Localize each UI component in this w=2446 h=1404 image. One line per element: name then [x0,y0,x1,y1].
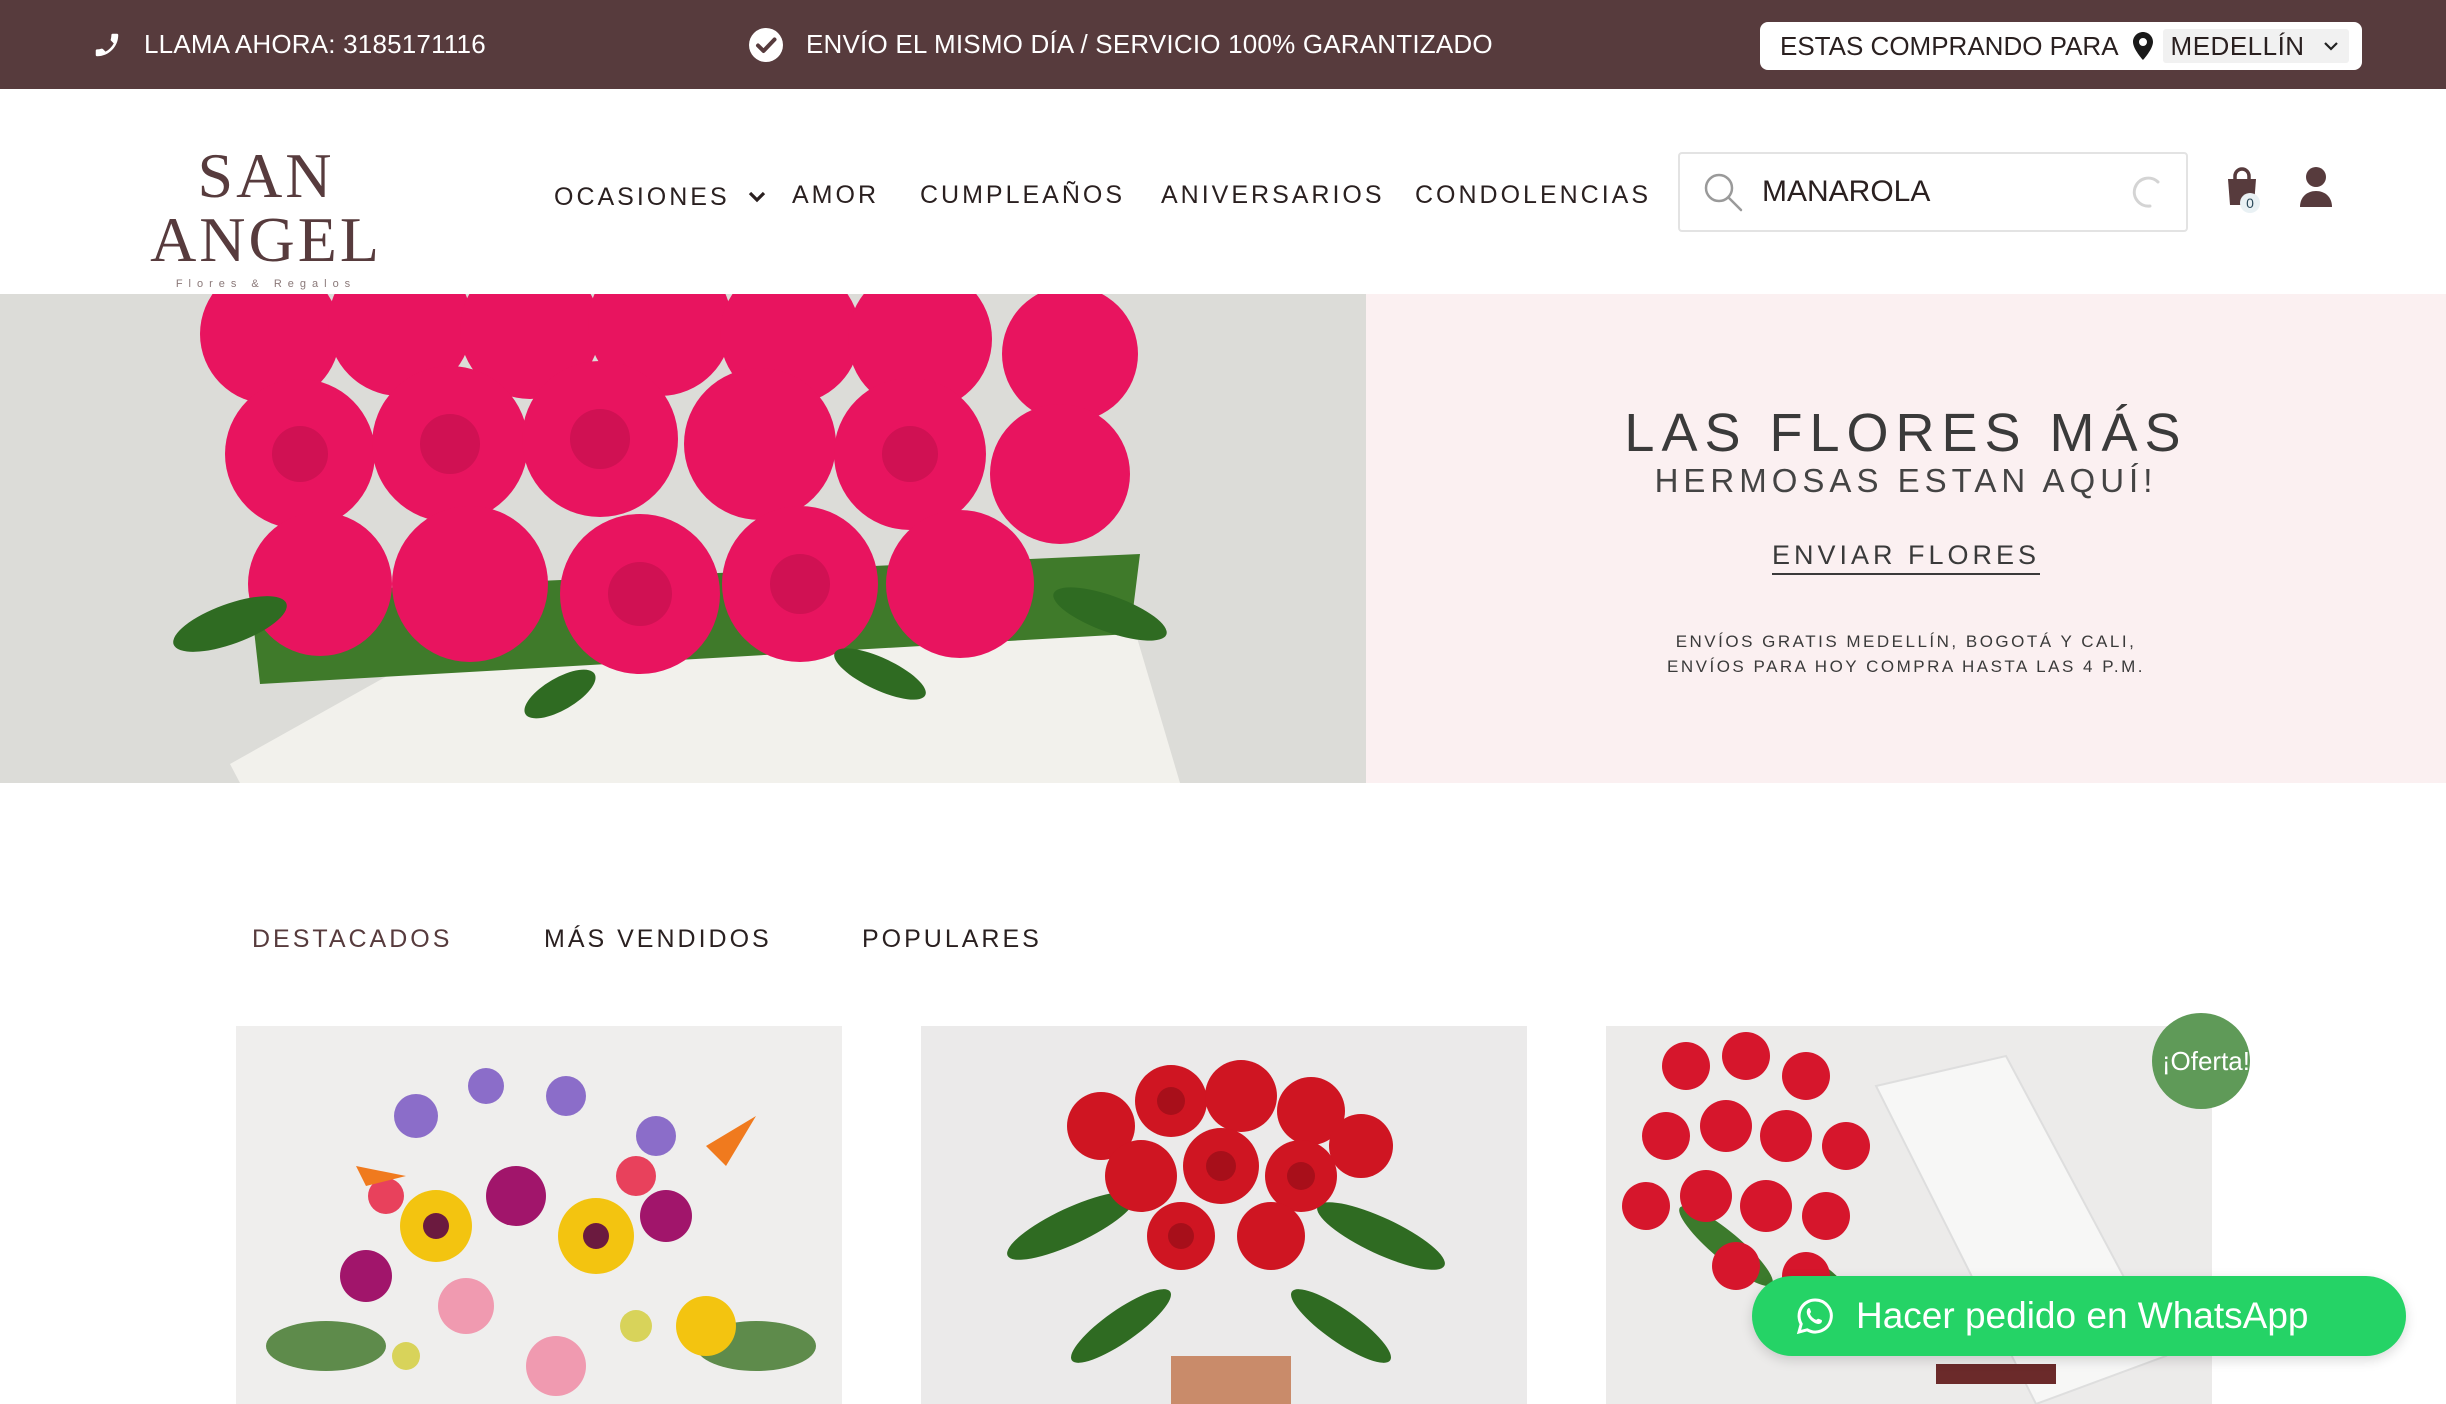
site-header: SAN ANGEL Flores & Regalos OCASIONES AMO… [0,89,2446,294]
whatsapp-label: Hacer pedido en WhatsApp [1856,1295,2309,1336]
map-pin-icon [2132,32,2153,60]
product-image [921,1026,1527,1404]
send-flowers-label: ENVIAR FLORES [1771,540,2041,575]
whatsapp-order-button[interactable]: Hacer pedido en WhatsApp [1752,1276,2406,1356]
chevron-down-icon [748,181,766,210]
hero-text-panel: LAS FLORES MÁS HERMOSAS ESTAN AQUÍ! ENVI… [1366,294,2446,783]
account-button[interactable] [2298,167,2334,212]
nav-item-cumpleanos[interactable]: CUMPLEAÑOS [920,181,1125,210]
sale-badge-text: ¡Oferta! [2161,1045,2250,1076]
cart-count-badge: 0 [2240,193,2260,213]
product-card[interactable] [921,1026,1527,1404]
nav-item-ocasiones[interactable]: OCASIONES [554,181,766,212]
loading-spinner-icon [2132,176,2160,208]
hero-image [0,294,1366,783]
sale-badge: ¡Oferta! [2152,1013,2250,1109]
check-circle-icon [748,27,784,63]
city-label: ESTAS COMPRANDO PARA [1780,30,2119,61]
logo[interactable]: SAN ANGEL Flores & Regalos [96,140,436,291]
hero-banner: LAS FLORES MÁS HERMOSAS ESTAN AQUÍ! ENVI… [0,294,2446,783]
call-now[interactable]: LLAMA AHORA: 3185171116 [92,0,486,89]
cart-button[interactable]: 0 [2224,167,2264,213]
city-selector: ESTAS COMPRANDO PARA MEDELLÍN [1760,22,2362,70]
hero-subtitle: HERMOSAS ESTAN AQUÍ! [1654,462,2158,499]
top-bar: LLAMA AHORA: 3185171116 ENVÍO EL MISMO D… [0,0,2446,89]
search-icon[interactable] [1702,171,1744,213]
search-box [1678,152,2188,232]
chevron-down-icon [2323,41,2339,51]
phone-text: LLAMA AHORA: 3185171116 [144,29,486,59]
city-value: MEDELLÍN [2170,30,2305,61]
hero-note-line2: ENVÍOS PARA HOY COMPRA HASTA LAS 4 P.M. [1667,657,2145,676]
tab-destacados[interactable]: DESTACADOS [252,925,452,954]
hero-note-line1: ENVÍOS GRATIS MEDELLÍN, BOGOTÁ Y CALI, [1675,632,2137,651]
hero-title: LAS FLORES MÁS [1624,403,2188,463]
phone-icon [92,30,122,60]
product-image [236,1026,842,1404]
whatsapp-icon [1796,1297,1834,1335]
product-card[interactable] [236,1026,842,1404]
nav-label: OCASIONES [554,183,730,211]
city-dropdown[interactable]: MEDELLÍN [2162,29,2349,63]
logo-main: SAN ANGEL [150,140,382,275]
nav-item-aniversarios[interactable]: ANIVERSARIOS [1161,181,1385,210]
nav-item-condolencias[interactable]: CONDOLENCIAS [1415,181,1651,210]
send-flowers-link[interactable]: ENVIAR FLORES [1366,540,2446,575]
logo-sub: Flores & Regalos [175,278,357,290]
shipping-notice: ENVÍO EL MISMO DÍA / SERVICIO 100% GARAN… [748,0,1493,89]
nav-item-amor[interactable]: AMOR [792,181,879,210]
search-input[interactable] [1760,174,2104,210]
user-icon [2300,167,2332,207]
tab-populares[interactable]: POPULARES [862,925,1042,954]
shipping-text: ENVÍO EL MISMO DÍA / SERVICIO 100% GARAN… [806,29,1493,59]
tab-mas-vendidos[interactable]: MÁS VENDIDOS [544,925,772,954]
